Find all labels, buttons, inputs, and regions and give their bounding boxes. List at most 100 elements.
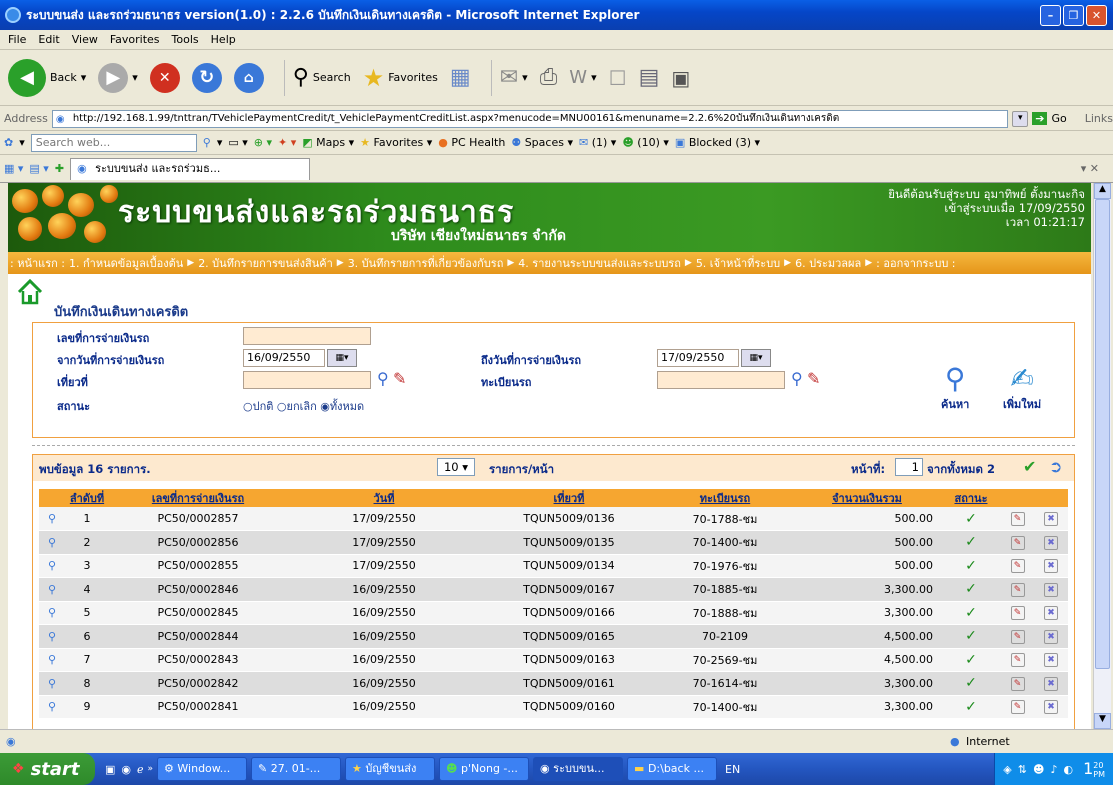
col-header-no[interactable]: ลำดับที่ bbox=[65, 489, 109, 507]
view-row-icon[interactable]: ⚲ bbox=[39, 601, 65, 625]
page-size-select[interactable]: 10 ▾ bbox=[437, 458, 475, 476]
home-icon[interactable] bbox=[16, 278, 44, 306]
quicklaunch-desktop-icon[interactable]: ▣ bbox=[105, 763, 115, 776]
to-date-input[interactable]: 17/09/2550 bbox=[657, 349, 739, 367]
from-date-input[interactable]: 16/09/2550 bbox=[243, 349, 325, 367]
pchealth-button[interactable]: ● PC Health bbox=[438, 136, 505, 149]
maximize-button[interactable]: ❐ bbox=[1063, 5, 1084, 26]
search-button[interactable]: ⚲ Search bbox=[293, 65, 351, 90]
quicklaunch-browser-icon[interactable]: ◉ bbox=[121, 763, 131, 776]
discuss-button[interactable]: ☐ bbox=[609, 66, 627, 90]
view-row-icon[interactable]: ⚲ bbox=[39, 671, 65, 696]
menu-edit[interactable]: Edit bbox=[38, 33, 59, 46]
taskbar-item-windows[interactable]: ⚙ Window... bbox=[157, 757, 248, 781]
print-button[interactable]: ⎙ bbox=[540, 65, 558, 90]
browser-tab[interactable]: ◉ ระบบขนส่ง และรถร่วมธ... bbox=[70, 157, 311, 180]
to-date-calendar-icon[interactable]: ▦▾ bbox=[741, 349, 771, 367]
tray-network-icon[interactable]: ⇅ bbox=[1018, 763, 1027, 776]
radio-cancel[interactable]: ○ยกเลิก bbox=[277, 400, 317, 413]
trip-clear-icon[interactable]: ✎ bbox=[393, 369, 406, 388]
tray-volume-icon[interactable]: ♪ bbox=[1050, 763, 1057, 776]
highlight-icon[interactable]: ▭ ▾ bbox=[228, 136, 247, 149]
quicklaunch-more-icon[interactable]: » bbox=[148, 764, 154, 774]
scroll-up-icon[interactable]: ▲ bbox=[1094, 183, 1111, 199]
go-arrow-icon[interactable]: ➔ bbox=[1032, 112, 1048, 125]
plate-input[interactable] bbox=[657, 371, 785, 389]
address-input[interactable]: ◉ http://192.168.1.99/tnttran/TVehiclePa… bbox=[51, 109, 1009, 128]
delete-row-button[interactable]: ✖ bbox=[1034, 554, 1068, 578]
menu-favorites[interactable]: Favorites bbox=[110, 33, 160, 46]
taskbar-item-chat[interactable]: ☻ p'Nong -... bbox=[439, 757, 530, 781]
scroll-down-icon[interactable]: ▼ bbox=[1094, 713, 1111, 729]
edit-row-button[interactable]: ✎ bbox=[1001, 671, 1034, 696]
scroll-thumb[interactable] bbox=[1095, 199, 1110, 669]
delete-row-button[interactable]: ✖ bbox=[1034, 601, 1068, 625]
address-dropdown-icon[interactable]: ▾ bbox=[1012, 110, 1029, 127]
new-tab-icon[interactable]: ✚ bbox=[55, 162, 64, 175]
delete-row-button[interactable]: ✖ bbox=[1034, 507, 1068, 531]
menu-file[interactable]: File bbox=[8, 33, 26, 46]
view-row-icon[interactable]: ⚲ bbox=[39, 530, 65, 555]
menu-view[interactable]: View bbox=[72, 33, 98, 46]
col-header-status[interactable]: สถานะ bbox=[941, 489, 1001, 507]
research-button[interactable]: ▤ bbox=[639, 65, 660, 90]
trip-lookup-icon[interactable]: ⚲ bbox=[377, 369, 389, 388]
history-button[interactable]: ▦ bbox=[450, 65, 471, 90]
edit-row-button[interactable]: ✎ bbox=[1001, 554, 1034, 578]
tab-list-icon[interactable]: ▤ ▾ bbox=[29, 162, 48, 175]
view-row-icon[interactable]: ⚲ bbox=[39, 648, 65, 672]
maps-button[interactable]: ◩ Maps ▾ bbox=[302, 136, 354, 149]
col-header-amount[interactable]: จำนวนเงินรวม bbox=[793, 489, 941, 507]
nav-reports[interactable]: 4. รายงานระบบขนส่งและระบบรถ bbox=[518, 254, 681, 272]
nav-home[interactable]: : หน้าแรก : bbox=[10, 254, 65, 272]
popup-blocked-button[interactable]: ▣ Blocked (3) ▾ bbox=[675, 136, 760, 149]
minimize-button[interactable]: – bbox=[1040, 5, 1061, 26]
col-header-payment-no[interactable]: เลขที่การจ่ายเงินรถ bbox=[109, 489, 287, 507]
nav-setup[interactable]: 1. กำหนดข้อมูลเบื้องต้น bbox=[69, 254, 183, 272]
plate-clear-icon[interactable]: ✎ bbox=[807, 369, 820, 388]
view-row-icon[interactable]: ⚲ bbox=[39, 577, 65, 602]
col-header-trip[interactable]: เที่ยวที่ bbox=[481, 489, 657, 507]
links-button[interactable]: Links bbox=[1085, 112, 1113, 125]
trip-input[interactable] bbox=[243, 371, 371, 389]
next-page-arrow-icon[interactable]: ➲ bbox=[1049, 457, 1062, 476]
menu-help[interactable]: Help bbox=[211, 33, 236, 46]
home-button[interactable]: ⌂ bbox=[233, 62, 264, 93]
edit-row-button[interactable]: ✎ bbox=[1001, 507, 1034, 531]
edit-row-button[interactable]: ✎ bbox=[1001, 695, 1034, 719]
search-go-icon[interactable]: ⚲ bbox=[203, 136, 211, 149]
favorites-button[interactable]: ★ Favorites bbox=[363, 64, 438, 92]
mail-button[interactable]: ✉ ▾ bbox=[500, 65, 528, 90]
edit-row-button[interactable]: ✎ bbox=[1001, 530, 1034, 555]
delete-row-button[interactable]: ✖ bbox=[1034, 695, 1068, 719]
stop-button[interactable]: ✕ bbox=[149, 62, 180, 93]
taskbar-item-ie-active[interactable]: ◉ ระบบขน... bbox=[533, 757, 624, 781]
tab-menu-icon[interactable]: ▾ ✕ bbox=[1081, 162, 1099, 175]
tray-security-icon[interactable]: ◈ bbox=[1003, 763, 1011, 776]
edit-row-button[interactable]: ✎ bbox=[1001, 624, 1034, 649]
delete-row-button[interactable]: ✖ bbox=[1034, 624, 1068, 649]
view-row-icon[interactable]: ⚲ bbox=[39, 695, 65, 719]
back-button[interactable]: ◀ Back ▾ bbox=[8, 58, 86, 97]
col-header-date[interactable]: วันที่ bbox=[287, 489, 481, 507]
search-submit-button[interactable]: ⚲ ค้นหา bbox=[941, 363, 969, 413]
go-button[interactable]: Go bbox=[1051, 112, 1066, 125]
messenger-button[interactable]: ▣ bbox=[671, 66, 690, 90]
delete-row-button[interactable]: ✖ bbox=[1034, 671, 1068, 696]
taskbar-item-doc[interactable]: ✎ 27. 01-... bbox=[251, 757, 342, 781]
col-header-plate[interactable]: ทะเบียนรถ bbox=[657, 489, 793, 507]
payment-no-input[interactable] bbox=[243, 327, 371, 345]
nav-process[interactable]: 6. ประมวลผล bbox=[795, 254, 861, 272]
butterfly-icon[interactable]: ✦ ▾ bbox=[278, 136, 296, 149]
from-date-calendar-icon[interactable]: ▦▾ bbox=[327, 349, 357, 367]
edit-row-button[interactable]: ✎ bbox=[1001, 577, 1034, 602]
go-page-check-icon[interactable]: ✔ bbox=[1023, 457, 1036, 476]
nav-staff[interactable]: 5. เจ้าหน้าที่ระบบ bbox=[696, 254, 780, 272]
quick-tabs-icon[interactable]: ▦ ▾ bbox=[4, 162, 23, 175]
delete-row-button[interactable]: ✖ bbox=[1034, 577, 1068, 602]
start-button[interactable]: ❖ start bbox=[0, 753, 95, 785]
vertical-scrollbar[interactable]: ▲ ▼ bbox=[1093, 183, 1111, 729]
add-new-button[interactable]: ✍ เพิ่มใหม่ bbox=[1003, 363, 1041, 413]
view-row-icon[interactable]: ⚲ bbox=[39, 624, 65, 649]
page-number-input[interactable]: 1 bbox=[895, 458, 923, 476]
